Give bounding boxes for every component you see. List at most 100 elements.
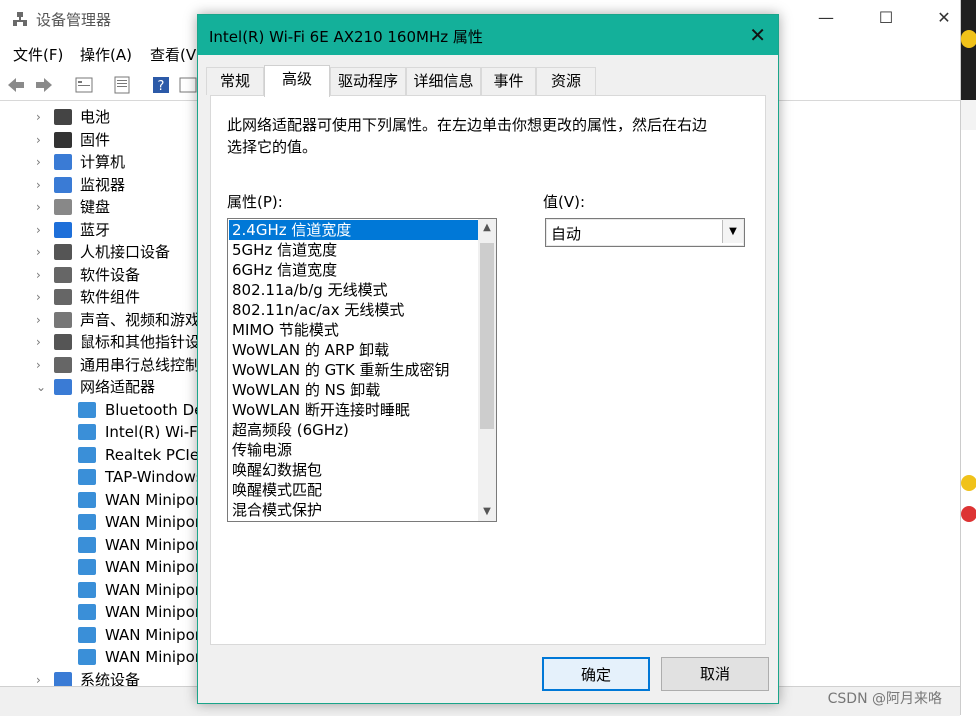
- tab-resources[interactable]: 资源: [536, 67, 596, 95]
- chevron-right-icon[interactable]: ›: [36, 309, 48, 331]
- network-adapter-label: WAN Minipor: [105, 558, 200, 576]
- chevron-right-icon[interactable]: ›: [36, 174, 48, 196]
- network-adapter-icon: [78, 626, 96, 643]
- tree-node-label: 监视器: [80, 175, 126, 194]
- maximize-button[interactable]: ☐: [871, 8, 901, 27]
- tree-node[interactable]: › 蓝牙: [36, 219, 200, 241]
- device-category-icon: [54, 266, 72, 283]
- tree-node[interactable]: › 固件: [36, 129, 200, 151]
- tree-node[interactable]: › 软件组件: [36, 286, 200, 308]
- network-adapter-item[interactable]: WAN Minipor: [78, 579, 200, 601]
- tab-advanced[interactable]: 高级: [264, 65, 330, 97]
- scroll-down-icon[interactable]: ▼: [478, 503, 496, 521]
- back-arrow-icon[interactable]: [6, 75, 26, 95]
- device-category-icon: [54, 131, 72, 148]
- help-icon[interactable]: ?: [151, 75, 171, 95]
- network-adapter-label: WAN Minipor: [105, 580, 200, 599]
- property-list-item[interactable]: 2.4GHz 信道宽度: [229, 220, 478, 240]
- property-list-item[interactable]: MIMO 节能模式: [229, 320, 478, 340]
- scroll-thumb[interactable]: [480, 243, 494, 429]
- scroll-up-icon[interactable]: ▲: [478, 219, 496, 237]
- network-adapter-icon: [78, 469, 96, 485]
- network-adapter-item[interactable]: Intel(R) Wi-Fi: [78, 421, 200, 443]
- network-adapter-icon: [78, 559, 96, 575]
- tree-node[interactable]: › 软件设备: [36, 264, 200, 286]
- dialog-close-icon[interactable]: ✕: [749, 23, 766, 47]
- tree-node[interactable]: › 监视器: [36, 174, 200, 196]
- property-list-item[interactable]: WoWLAN 的 NS 卸载: [229, 380, 478, 400]
- listbox-scrollbar[interactable]: ▲ ▼: [478, 219, 496, 521]
- property-list-item[interactable]: 802.11n/ac/ax 无线模式: [229, 300, 478, 320]
- network-adapter-icon: [78, 581, 96, 598]
- chevron-right-icon[interactable]: ›: [36, 219, 48, 241]
- property-list-item[interactable]: WoWLAN 断开连接时睡眠: [229, 400, 478, 420]
- device-category-icon: [54, 379, 72, 395]
- network-adapter-item[interactable]: WAN Minipor: [78, 601, 200, 623]
- scan-hardware-icon[interactable]: [178, 75, 198, 95]
- device-category-icon: [54, 221, 72, 238]
- watermark: CSDN @阿月来咯: [827, 691, 942, 707]
- device-category-icon: [54, 311, 72, 328]
- device-category-icon: [54, 109, 72, 125]
- network-adapter-item[interactable]: WAN Minipor: [78, 534, 200, 556]
- property-listbox[interactable]: ▲ ▼ 2.4GHz 信道宽度 5GHz 信道宽度 6GHz 信道宽度 802.11a…: [227, 218, 497, 522]
- network-adapter-item[interactable]: WAN Minipor: [78, 624, 200, 646]
- network-adapter-icon: [78, 424, 96, 440]
- chevron-right-icon[interactable]: ›: [36, 129, 48, 151]
- tree-node[interactable]: › 声音、视频和游戏: [36, 309, 200, 331]
- property-list-item[interactable]: 802.11a/b/g 无线模式: [229, 280, 478, 300]
- chevron-down-icon[interactable]: ▼: [722, 220, 743, 243]
- property-list-item[interactable]: 超高频段 (6GHz): [229, 420, 478, 440]
- menu-file[interactable]: 文件(F): [13, 44, 63, 65]
- network-adapter-item[interactable]: TAP-Windows: [78, 466, 200, 488]
- update-driver-icon[interactable]: [112, 75, 132, 95]
- property-list-item[interactable]: 唤醒模式匹配: [229, 480, 478, 500]
- chevron-right-icon[interactable]: ›: [36, 354, 48, 376]
- network-adapter-item[interactable]: WAN Minipor: [78, 489, 200, 511]
- dialog-title: Intel(R) Wi-Fi 6E AX210 160MHz 属性: [209, 28, 483, 46]
- network-adapter-item[interactable]: Bluetooth Dev: [78, 399, 200, 421]
- tree-node[interactable]: › 人机接口设备: [36, 241, 200, 263]
- forward-arrow-icon[interactable]: [34, 75, 54, 95]
- chevron-right-icon[interactable]: ›: [36, 286, 48, 308]
- tab-events[interactable]: 事件: [481, 67, 536, 95]
- property-list-item[interactable]: 5GHz 信道宽度: [229, 240, 478, 260]
- property-list-item[interactable]: WoWLAN 的 GTK 重新生成密钥: [229, 360, 478, 380]
- tree-node[interactable]: › 电池: [36, 106, 200, 128]
- tree-node[interactable]: ⌄ 网络适配器: [36, 376, 200, 398]
- chevron-down-icon[interactable]: ⌄: [36, 376, 48, 398]
- cancel-button[interactable]: 取消: [661, 657, 769, 691]
- property-list-item[interactable]: WoWLAN 的 ARP 卸载: [229, 340, 478, 360]
- tree-node[interactable]: › 鼠标和其他指针设: [36, 331, 200, 353]
- tree-node[interactable]: › 键盘: [36, 196, 200, 218]
- close-button[interactable]: ✕: [929, 8, 959, 27]
- chevron-right-icon[interactable]: ›: [36, 106, 48, 128]
- dialog-titlebar[interactable]: Intel(R) Wi-Fi 6E AX210 160MHz 属性 ✕: [198, 15, 778, 55]
- menu-view[interactable]: 查看(V: [150, 44, 196, 65]
- network-adapter-item[interactable]: WAN Minipor: [78, 556, 200, 578]
- property-list-item[interactable]: 混合模式保护: [229, 500, 478, 520]
- chevron-right-icon[interactable]: ›: [36, 331, 48, 353]
- property-list-item[interactable]: 传输电源: [229, 440, 478, 460]
- device-category-icon: [54, 244, 72, 260]
- tab-general[interactable]: 常规: [206, 67, 264, 95]
- value-dropdown[interactable]: 自动 ▼: [545, 218, 745, 247]
- chevron-right-icon[interactable]: ›: [36, 151, 48, 173]
- property-list-item[interactable]: 唤醒幻数据包: [229, 460, 478, 480]
- tree-node-label: 蓝牙: [80, 220, 111, 239]
- minimize-button[interactable]: —: [811, 8, 841, 27]
- chevron-right-icon[interactable]: ›: [36, 264, 48, 286]
- network-adapter-item[interactable]: WAN Minipor: [78, 511, 200, 533]
- tree-node[interactable]: › 计算机: [36, 151, 200, 173]
- tab-details[interactable]: 详细信息: [406, 67, 481, 95]
- tab-driver[interactable]: 驱动程序: [330, 67, 406, 95]
- property-list-item[interactable]: 6GHz 信道宽度: [229, 260, 478, 280]
- tree-node[interactable]: › 通用串行总线控制: [36, 354, 200, 376]
- network-adapter-item[interactable]: WAN Minipor: [78, 646, 200, 668]
- ok-button[interactable]: 确定: [542, 657, 650, 691]
- menu-action[interactable]: 操作(A): [80, 44, 132, 65]
- network-adapter-item[interactable]: Realtek PCIe: [78, 444, 200, 466]
- chevron-right-icon[interactable]: ›: [36, 196, 48, 218]
- properties-icon[interactable]: [74, 75, 94, 95]
- chevron-right-icon[interactable]: ›: [36, 241, 48, 263]
